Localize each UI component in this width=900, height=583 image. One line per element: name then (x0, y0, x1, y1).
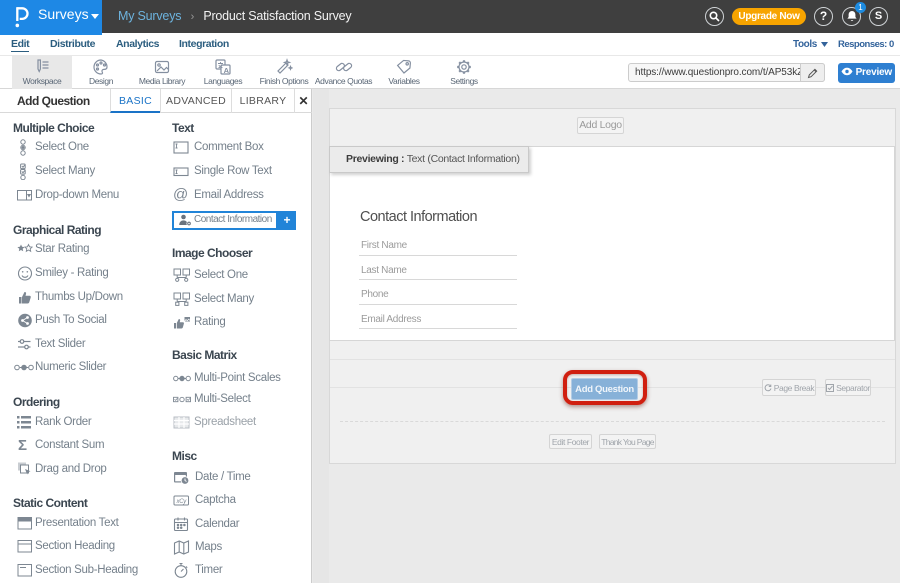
svg-text:xCy: xCy (176, 499, 188, 505)
svg-text:A: A (224, 66, 230, 75)
